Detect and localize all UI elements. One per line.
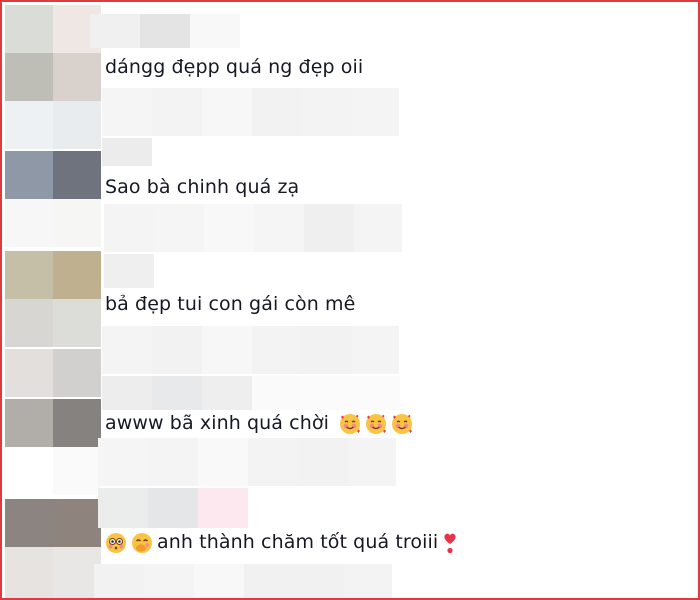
avatar <box>53 151 101 199</box>
avatar <box>53 299 101 347</box>
comment-text: anh thành chăm tốt quá troiii <box>157 531 439 553</box>
avatar <box>5 499 53 547</box>
blurred-metadata <box>344 564 392 598</box>
blurred-metadata <box>302 88 352 136</box>
avatar <box>53 349 101 397</box>
comment-text-with-emojis: awww bã xinh quá chời <box>105 411 413 435</box>
avatar <box>53 399 101 447</box>
blurred-username <box>202 376 252 410</box>
blurred-username <box>90 14 140 48</box>
blurred-metadata <box>102 326 152 374</box>
smiling-face-with-hearts-icon <box>391 413 412 434</box>
avatar <box>5 399 53 447</box>
avatar-column <box>5 5 101 598</box>
blurred-metadata <box>144 564 194 598</box>
blurred-metadata <box>202 88 252 136</box>
blurred-username <box>152 376 202 410</box>
blurred-username <box>104 254 154 288</box>
blurred-metadata <box>248 438 298 486</box>
blurred-metadata <box>354 204 402 252</box>
blurred-metadata <box>298 438 348 486</box>
blurred-metadata <box>302 326 352 374</box>
blurred-metadata <box>152 326 202 374</box>
blurred-metadata <box>148 438 198 486</box>
blurred-username <box>102 376 152 410</box>
comment-text: bả đẹp tui con gái còn mê <box>105 293 356 315</box>
avatar <box>53 199 101 247</box>
avatar <box>53 447 101 495</box>
avatar <box>53 101 101 149</box>
avatar <box>5 547 53 598</box>
blurred-metadata <box>198 438 248 486</box>
avatar <box>53 499 101 547</box>
avatar <box>5 349 53 397</box>
avatar <box>5 5 53 53</box>
blurred-metadata <box>352 326 399 374</box>
avatar <box>5 151 53 199</box>
blurred-username <box>198 488 248 528</box>
blurred-metadata <box>352 88 399 136</box>
blurred-metadata <box>244 564 294 598</box>
avatar <box>5 101 53 149</box>
blurred-username <box>302 376 352 410</box>
blurred-metadata <box>254 204 304 252</box>
face-with-hand-over-mouth-icon <box>132 532 152 553</box>
blurred-metadata <box>348 438 396 486</box>
smiling-face-with-hearts-icon <box>339 413 360 434</box>
blurred-metadata <box>98 438 148 486</box>
comment-text-with-emojis: anh thành chăm tốt quá troiii <box>105 530 458 555</box>
blurred-username <box>140 14 190 48</box>
comment-text: Sao bà chinh quá zạ <box>105 176 300 198</box>
avatar <box>5 447 53 495</box>
blurred-metadata <box>252 326 302 374</box>
comment-text: awww bã xinh quá chời <box>105 412 329 434</box>
blurred-metadata <box>104 204 154 252</box>
blurred-metadata <box>204 204 254 252</box>
avatar <box>53 251 101 299</box>
blurred-metadata <box>94 564 144 598</box>
avatar <box>5 251 53 299</box>
blurred-username <box>98 488 148 528</box>
comment-screenshot-frame: dángg đẹpp quá ng đẹp oii Sao bà chinh q… <box>0 0 700 600</box>
avatar <box>5 53 53 101</box>
blurred-metadata <box>294 564 344 598</box>
blurred-username <box>190 14 240 48</box>
smiling-face-with-hearts-icon <box>365 413 386 434</box>
comment-text: dángg đẹpp quá ng đẹp oii <box>105 56 364 78</box>
blurred-metadata <box>152 88 202 136</box>
avatar <box>53 53 101 101</box>
blurred-metadata <box>154 204 204 252</box>
avatar <box>5 299 53 347</box>
flushed-face-icon <box>106 532 126 553</box>
avatar <box>5 199 53 247</box>
blurred-metadata <box>194 564 244 598</box>
blurred-username <box>148 488 198 528</box>
heart-exclamation-icon <box>444 533 456 553</box>
blurred-username <box>352 376 400 410</box>
blurred-metadata <box>102 88 152 136</box>
blurred-metadata <box>202 326 252 374</box>
blurred-metadata <box>304 204 354 252</box>
blurred-username <box>102 138 152 166</box>
blurred-username <box>252 376 302 410</box>
blurred-metadata <box>252 88 302 136</box>
